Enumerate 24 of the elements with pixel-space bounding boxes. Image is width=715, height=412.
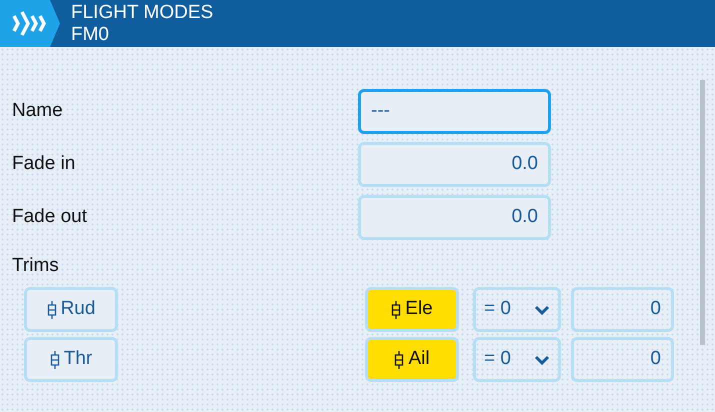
- input-field[interactable]: 0.0: [358, 195, 551, 240]
- trim-icon: [391, 300, 402, 318]
- trim-icon: [50, 350, 60, 368]
- app-logo-icon: [0, 0, 62, 47]
- mode-dropdown[interactable]: = 0: [473, 287, 561, 332]
- trim-value-field[interactable]: 0: [571, 287, 674, 332]
- trims-label: Trims: [11, 254, 60, 274]
- trim-button[interactable]: Rud: [24, 287, 118, 332]
- screen-subtitle: FM0: [71, 24, 110, 46]
- trim-icon: [394, 350, 404, 368]
- trim-button[interactable]: Ele: [365, 287, 459, 332]
- field-label: Name: [12, 99, 64, 124]
- field-label: Fade out: [12, 205, 88, 230]
- trim-button[interactable]: Ail: [365, 337, 459, 382]
- trim-button[interactable]: Thr: [24, 337, 118, 382]
- trim-icon: [46, 300, 57, 318]
- field-label: Fade in: [12, 152, 76, 176]
- chevron-down-icon: [534, 354, 550, 364]
- chevron-down-icon: [534, 304, 550, 314]
- screen-title: FLIGHT MODES: [71, 2, 214, 24]
- trim-value-field[interactable]: 0: [571, 337, 674, 382]
- input-field[interactable]: ---: [358, 89, 551, 134]
- input-field[interactable]: 0.0: [358, 142, 551, 187]
- mode-dropdown[interactable]: = 0: [473, 337, 561, 382]
